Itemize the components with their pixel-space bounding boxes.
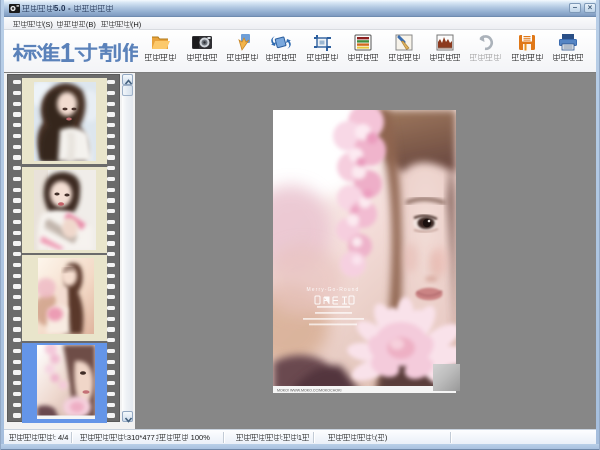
svg-text:Merry-Go-Round: Merry-Go-Round — [307, 287, 360, 293]
svg-text:MOKO! WWW.MOKO.CC/MOKOCHOKI: MOKO! WWW.MOKO.CC/MOKOCHOKI — [277, 389, 342, 393]
